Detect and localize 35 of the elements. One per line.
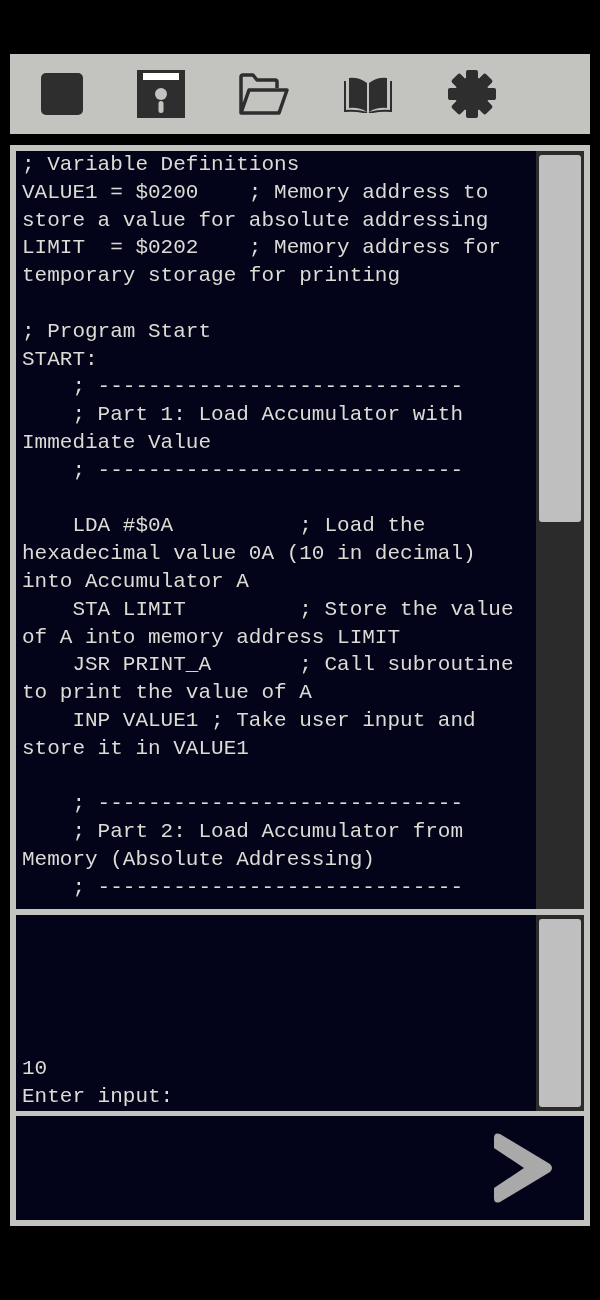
book-icon <box>343 75 393 113</box>
save-button[interactable] <box>137 70 185 118</box>
code-line: of A into memory address LIMIT <box>22 624 402 651</box>
code-line: Memory (Absolute Addressing) <box>22 846 376 873</box>
code-line: into Accumulator A <box>22 568 250 595</box>
open-button[interactable] <box>239 73 289 115</box>
stop-icon <box>41 73 83 115</box>
code-line: ; Program Start <box>22 318 213 345</box>
code-line: LIMIT = $0202 ; Memory address for <box>22 235 502 262</box>
settings-button[interactable] <box>447 69 497 119</box>
code-line: temporary storage for printing <box>22 263 402 290</box>
code-line: VALUE1 = $0200 ; Memory address to <box>22 179 490 206</box>
code-line: ; Part 2: Load Accumulator from <box>71 819 465 846</box>
code-line: INP VALUE1 ; Take user input and <box>71 707 477 734</box>
code-line: Immediate Value <box>22 429 213 456</box>
code-line: ; Variable Definitions <box>22 152 301 178</box>
settings-icon <box>447 69 497 119</box>
code-line: ; ----------------------------- <box>71 791 465 818</box>
folder-icon <box>239 73 289 115</box>
console-line: 10 <box>22 1056 49 1083</box>
code-line: STA LIMIT ; Store the value <box>71 596 515 623</box>
code-line: ; Part 1: Load Accumulator with <box>71 402 465 429</box>
code-line: to print the value of A <box>22 680 313 707</box>
code-line: START: <box>22 346 99 373</box>
scrollbar-thumb[interactable] <box>539 155 581 522</box>
code-line: ; ----------------------------- <box>71 457 465 484</box>
console-line: Enter input: <box>22 1084 175 1111</box>
book-button[interactable] <box>343 75 393 113</box>
code-line: JSR PRINT_A ; Call subroutine <box>71 652 515 679</box>
code-line: ; ----------------------------- <box>71 874 465 901</box>
code-line: LDA #$0A ; Load the <box>71 513 427 540</box>
code-line: hexadecimal value 0A (10 in decimal) <box>22 541 477 568</box>
code-line: store a value for absolute addressing <box>22 207 490 234</box>
code-line: ; ----------------------------- <box>71 374 465 401</box>
code-line: store it in VALUE1 <box>22 735 250 762</box>
